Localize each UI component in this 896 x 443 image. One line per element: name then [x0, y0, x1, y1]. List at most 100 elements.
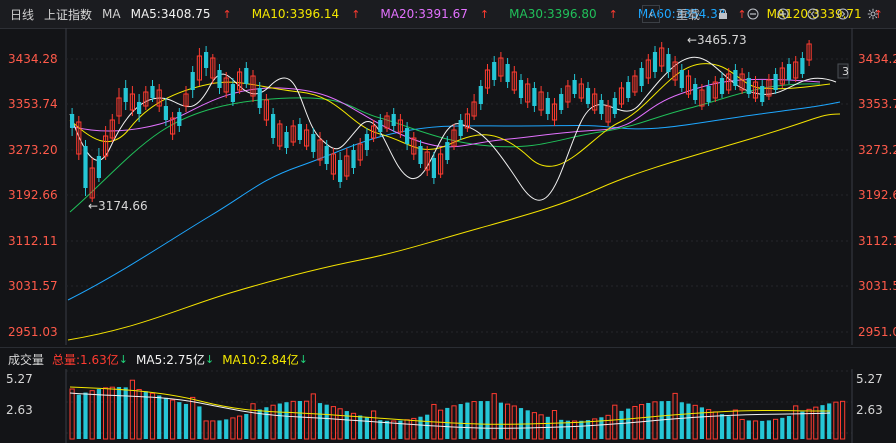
volume-bar [250, 403, 256, 440]
candle-body [559, 94, 564, 110]
candle-body [204, 52, 209, 68]
volume-bar [358, 415, 363, 439]
volume-bar [827, 403, 832, 439]
volume-bar [800, 411, 805, 439]
price-tick-left: 3273.20 [8, 143, 58, 157]
volume-bar [551, 410, 558, 440]
volume-bar [780, 417, 785, 439]
volume-bar [96, 389, 101, 439]
volume-bar [378, 420, 383, 439]
candle-body [572, 80, 577, 94]
volume-bar [123, 387, 128, 439]
volume-bar [766, 420, 771, 439]
price-tick-right: 3434.2 [858, 52, 896, 66]
volume-bar [344, 411, 349, 439]
price-chart[interactable]: 3434.28 3353.74 3273.20 3192.66 3112.11 3031.… [0, 28, 896, 345]
volume-bar [719, 414, 725, 439]
ma10-label: MA10:3396.14 ↑ [251, 7, 361, 21]
move-left-icon[interactable] [806, 7, 820, 21]
volume-bar [786, 415, 792, 439]
last-price-marker: 3 [842, 65, 849, 78]
volume-tick-mid: 2.63 [6, 403, 33, 417]
reload-label[interactable]: 重载 [676, 6, 700, 23]
volume-chart[interactable]: 5.27 2.63 5.27 2.63 [0, 369, 896, 443]
volume-bar [746, 420, 751, 439]
candle-body [585, 88, 591, 104]
price-tick-right: 3273.2 [858, 143, 896, 157]
volume-bar [297, 401, 302, 439]
volume-bar [157, 395, 162, 439]
candle-body [378, 120, 383, 132]
volume-bar [210, 420, 216, 440]
volume-bar [605, 414, 611, 440]
volume-bar [726, 416, 731, 439]
volume-total: 总量:1.63亿 [52, 352, 119, 367]
volume-bar [371, 410, 377, 440]
candle-body [284, 132, 289, 148]
volume-bar [217, 420, 222, 439]
volume-bar [619, 410, 624, 439]
zoom-out-icon[interactable] [746, 7, 760, 21]
candle-body [639, 68, 644, 86]
price-tick-right: 3112.1 [858, 234, 896, 248]
candle-body [773, 74, 778, 90]
price-axis-left: 3434.28 3353.74 3273.20 3192.66 3112.11 3031.… [8, 52, 58, 339]
volume-bar [129, 379, 136, 440]
volume-bar [739, 418, 745, 440]
volume-bar [445, 407, 450, 439]
chevron-left-icon[interactable]: ‹ [641, 5, 660, 23]
candle-body [652, 52, 658, 72]
volume-bar [330, 406, 336, 440]
ma20-label: MA20:3391.67 ↑ [380, 7, 490, 21]
volume-label: 成交量 [8, 352, 45, 367]
volume-bar [177, 402, 182, 439]
volume-bar [237, 415, 243, 440]
volume-bar [491, 393, 497, 440]
zoom-in-icon[interactable] [776, 7, 790, 21]
move-right-icon[interactable] [836, 7, 850, 21]
candle-body [445, 142, 450, 160]
volume-bar [69, 388, 75, 440]
candle-body [418, 146, 423, 164]
volume-bar [813, 406, 819, 440]
volume-bar [538, 414, 544, 440]
index-name[interactable]: 上证指数 [44, 6, 92, 23]
candle-body [545, 98, 550, 114]
period-tab[interactable]: 日线 [10, 6, 34, 23]
low-price-label: ←3174.66 [88, 199, 148, 213]
volume-ma5: MA5:2.75亿 [136, 352, 205, 367]
volume-bar [478, 401, 483, 439]
ma-label[interactable]: MA [102, 7, 121, 21]
candle-body [297, 124, 302, 140]
volume-tick-top-right: 5.27 [856, 372, 883, 386]
volume-bar [511, 405, 517, 440]
candle-body [518, 80, 524, 98]
price-tick-right: 3353.7 [858, 97, 896, 111]
candle-body [257, 88, 262, 108]
volume-bar [418, 416, 423, 439]
volume-bar [672, 392, 678, 440]
volume-bar [732, 409, 738, 440]
candle-body [244, 68, 249, 84]
volume-bar [384, 420, 390, 439]
candle-body [666, 54, 671, 72]
price-tick-left: 3031.57 [8, 279, 58, 293]
volume-bar [585, 420, 591, 439]
candle-body [163, 106, 168, 120]
volume-bar [592, 418, 598, 440]
volume-bar [752, 420, 759, 440]
volume-bar [203, 420, 209, 440]
volume-bar [197, 406, 202, 439]
candle-body [626, 82, 631, 98]
volume-header: 成交量 总量:1.63亿 ↓ MA5:2.75亿 ↓ MA10:2.84亿 ↓ [0, 347, 896, 370]
candle-body [458, 120, 463, 136]
settings-icon[interactable] [866, 7, 880, 21]
candle-body [70, 114, 75, 128]
volume-bar [525, 410, 530, 439]
top-tools: ‹ 重载 [641, 5, 890, 23]
price-tick-left: 3353.74 [8, 97, 58, 111]
price-tick-right: 3031.5 [858, 279, 896, 293]
candle-body [364, 134, 369, 150]
lock-icon[interactable] [716, 7, 730, 21]
volume-bar [264, 407, 269, 439]
